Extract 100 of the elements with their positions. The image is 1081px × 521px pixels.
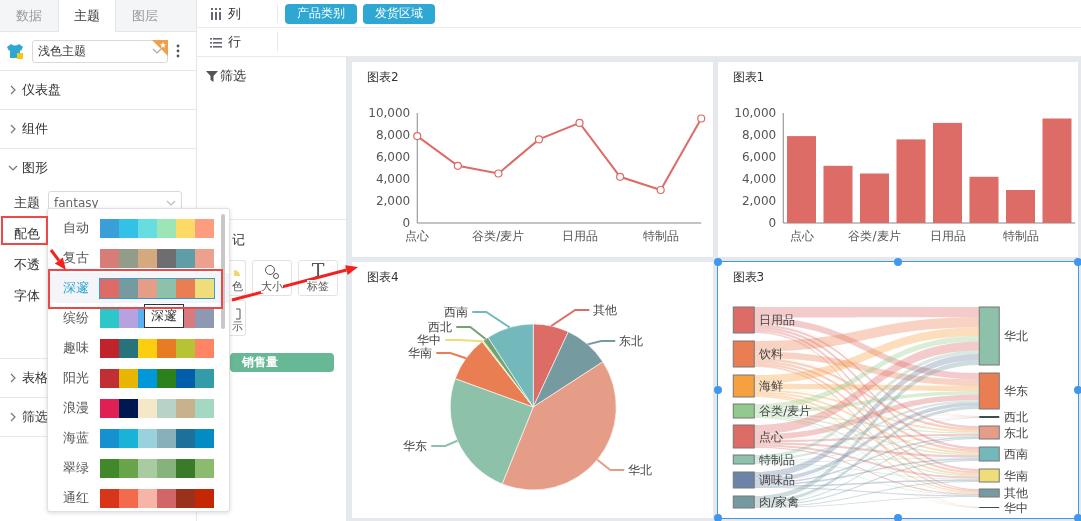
color-swatch[interactable] <box>100 398 119 418</box>
section-title[interactable]: 图形 <box>22 159 48 177</box>
color-swatch[interactable] <box>176 428 195 448</box>
color-swatch[interactable] <box>119 338 138 358</box>
slice-label: 华中 <box>417 333 442 347</box>
color-swatch[interactable] <box>100 218 119 238</box>
chart-card[interactable]: 图表1 0 2,000 4,000 6,000 8,000 10,000 点心 谷类/麦片 日用品 特制品 <box>717 62 1078 257</box>
mark-button[interactable]: 色 <box>230 260 246 296</box>
color-swatch[interactable] <box>100 338 119 358</box>
bar <box>969 176 998 223</box>
resize-handle[interactable] <box>713 258 722 266</box>
color-swatch[interactable] <box>157 338 176 358</box>
color-swatch[interactable] <box>138 368 157 388</box>
color-swatch[interactable] <box>138 338 157 358</box>
color-swatch[interactable] <box>138 398 157 418</box>
color-swatch[interactable] <box>195 458 214 478</box>
color-swatch[interactable] <box>195 368 214 388</box>
palette-option[interactable]: 自动 <box>63 219 89 237</box>
more-icon[interactable] <box>176 44 180 58</box>
resize-handle[interactable] <box>893 514 902 521</box>
color-swatch[interactable] <box>100 428 119 448</box>
color-swatch[interactable] <box>195 278 214 298</box>
palette-option[interactable]: 趣味 <box>63 339 89 357</box>
color-swatch[interactable] <box>138 428 157 448</box>
color-swatch[interactable] <box>195 398 214 418</box>
section-title[interactable]: 仪表盘 <box>22 81 61 99</box>
color-swatch[interactable] <box>100 248 119 268</box>
mark-button[interactable]: 示 <box>230 300 246 336</box>
section-title[interactable]: 组件 <box>22 120 48 138</box>
color-swatch[interactable] <box>195 218 214 238</box>
palette-option[interactable]: 阳光 <box>63 369 89 387</box>
color-swatch[interactable] <box>157 368 176 388</box>
mark-button[interactable]: 大小 <box>252 260 292 296</box>
panel-tab[interactable]: 主题 <box>58 0 116 32</box>
axis-tick-label: 特制品 <box>642 229 679 243</box>
palette-option[interactable]: 翠绿 <box>63 459 89 477</box>
resize-handle[interactable] <box>893 258 902 266</box>
color-swatch[interactable] <box>176 338 195 358</box>
section-title[interactable]: 筛选 <box>22 408 48 426</box>
color-swatch[interactable] <box>176 218 195 238</box>
color-swatch[interactable] <box>195 428 214 448</box>
color-swatch[interactable] <box>157 398 176 418</box>
chart-title: 图表2 <box>367 70 399 84</box>
color-swatch[interactable] <box>138 248 157 268</box>
section-title[interactable]: 表格 <box>22 369 48 387</box>
resize-handle[interactable] <box>713 386 722 394</box>
color-swatch[interactable] <box>157 278 176 298</box>
palette-option[interactable]: 缤纷 <box>63 309 89 327</box>
color-swatch[interactable] <box>138 488 157 508</box>
color-swatch[interactable] <box>119 248 138 268</box>
color-swatch[interactable] <box>119 458 138 478</box>
color-swatch[interactable] <box>119 278 138 298</box>
color-swatch[interactable] <box>119 368 138 388</box>
slice-label: 华北 <box>628 463 653 477</box>
color-swatch[interactable] <box>119 398 138 418</box>
color-swatch[interactable] <box>138 458 157 478</box>
color-swatch[interactable] <box>100 488 119 508</box>
palette-option[interactable]: 复古 <box>63 249 89 267</box>
axis-tick-label: 8,000 <box>375 128 411 142</box>
color-swatch[interactable] <box>176 248 195 268</box>
color-swatch[interactable] <box>176 458 195 478</box>
resize-handle[interactable] <box>1074 258 1081 266</box>
chart-card[interactable]: 图表2 0 2,000 4,000 6,000 8,000 10,000 点心 谷类/麦片 日用品 特制品 <box>352 62 713 257</box>
palette-option[interactable]: 浪漫 <box>63 399 89 417</box>
resize-handle[interactable] <box>713 514 722 521</box>
color-swatch[interactable] <box>100 368 119 388</box>
columns-icon <box>210 7 222 20</box>
color-swatch[interactable] <box>157 488 176 508</box>
color-swatch[interactable] <box>176 278 195 298</box>
color-swatch[interactable] <box>138 218 157 238</box>
color-swatch[interactable] <box>195 338 214 358</box>
resize-handle[interactable] <box>1074 386 1081 394</box>
resize-handle[interactable] <box>1074 514 1081 521</box>
color-swatch[interactable] <box>100 458 119 478</box>
color-swatch[interactable] <box>119 488 138 508</box>
color-swatch[interactable] <box>157 428 176 448</box>
color-swatch[interactable] <box>157 458 176 478</box>
axis-tick-label: 日用品 <box>561 229 598 243</box>
color-swatch[interactable] <box>195 248 214 268</box>
color-swatch[interactable] <box>195 488 214 508</box>
node-label: 调味品 <box>758 473 795 487</box>
color-swatch[interactable] <box>100 278 119 298</box>
theme-select[interactable]: 浅色主题 <box>32 39 168 63</box>
palette-option[interactable]: 通红 <box>63 489 89 507</box>
color-swatch[interactable] <box>176 488 195 508</box>
axis-tick-label: 4,000 <box>741 172 776 186</box>
shelf-label: 行 <box>228 33 241 51</box>
color-swatch[interactable] <box>119 428 138 448</box>
color-swatch[interactable] <box>176 398 195 418</box>
color-swatch[interactable] <box>176 368 195 388</box>
chart-title: 图表3 <box>732 270 765 284</box>
color-swatch[interactable] <box>119 218 138 238</box>
palette-option[interactable]: 海蓝 <box>63 429 89 447</box>
scrollbar-thumb[interactable] <box>221 214 225 329</box>
color-swatch[interactable] <box>157 248 176 268</box>
chart-card[interactable]: 图表4 西南 其他 西北 华中 东北 华南 华东 华北 <box>352 262 713 518</box>
color-swatch[interactable] <box>157 218 176 238</box>
slice-label: 西南 <box>444 305 469 319</box>
color-swatch[interactable] <box>138 278 157 298</box>
axis-tick-label: 2,000 <box>375 194 411 208</box>
